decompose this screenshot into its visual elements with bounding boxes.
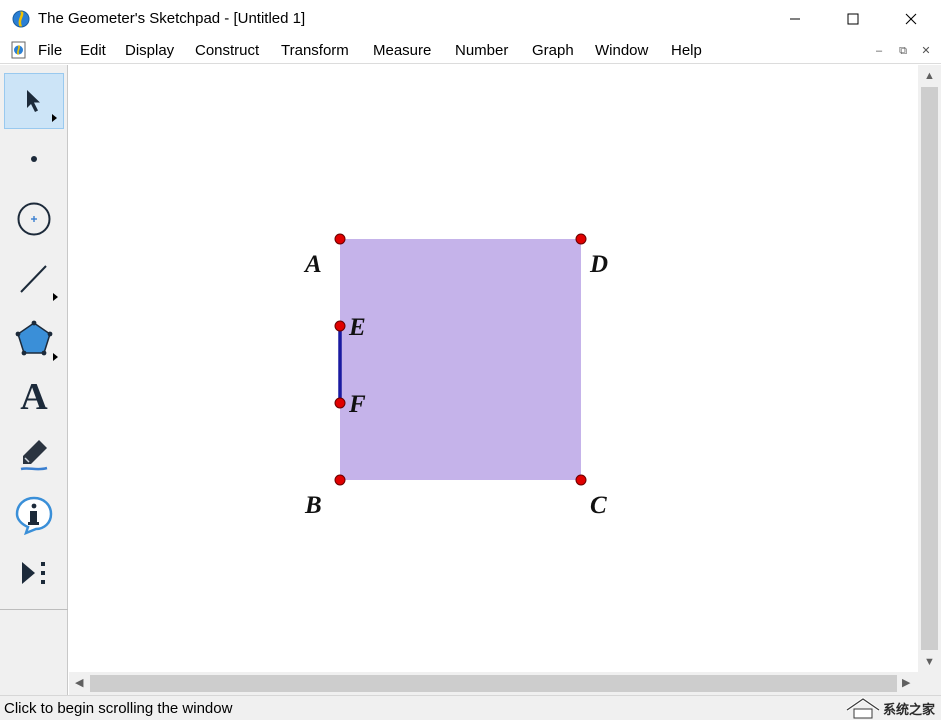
doc-minimize-button[interactable]: – xyxy=(871,43,887,59)
point-icon xyxy=(31,156,37,162)
square-interior[interactable] xyxy=(340,239,581,480)
label-d[interactable]: D xyxy=(589,251,608,278)
compass-tool[interactable] xyxy=(4,191,64,247)
title-bar: The Geometer's Sketchpad - [Untitled 1] xyxy=(0,0,941,38)
point-c[interactable] xyxy=(575,474,587,486)
vertical-scrollbar[interactable]: ▲ ▼ xyxy=(918,65,941,672)
scroll-right-icon[interactable]: ▶ xyxy=(902,678,910,689)
menu-number[interactable]: Number xyxy=(455,42,508,59)
status-bar: Click to begin scrolling the window 系统之家 xyxy=(0,695,941,720)
straightedge-tool[interactable] xyxy=(4,251,64,307)
polygon-tool[interactable] xyxy=(4,311,64,367)
maximize-icon xyxy=(847,13,859,25)
menu-construct[interactable]: Construct xyxy=(195,42,259,59)
document-icon[interactable] xyxy=(10,41,28,59)
close-icon xyxy=(905,13,917,25)
polygon-icon xyxy=(15,320,53,356)
menu-measure[interactable]: Measure xyxy=(373,42,431,59)
compass-circle-icon xyxy=(17,202,51,236)
label-e[interactable]: E xyxy=(348,314,366,341)
menu-bar: File Edit Display Construct Transform Me… xyxy=(0,38,941,64)
menu-help[interactable]: Help xyxy=(671,42,702,59)
menu-file[interactable]: File xyxy=(38,42,62,59)
point-d[interactable] xyxy=(575,233,587,245)
toolbox-separator xyxy=(0,609,68,610)
information-icon xyxy=(15,496,53,535)
scrollbar-corner xyxy=(918,672,941,695)
label-c[interactable]: C xyxy=(590,492,607,519)
scroll-down-icon[interactable]: ▼ xyxy=(924,657,935,668)
scroll-left-icon[interactable]: ◀ xyxy=(75,678,83,689)
text-tool[interactable]: A xyxy=(4,369,64,425)
text-tool-icon: A xyxy=(20,376,48,418)
window-title: The Geometer's Sketchpad - [Untitled 1] xyxy=(38,10,306,27)
doc-close-button[interactable]: ✕ xyxy=(918,43,934,59)
marker-tool[interactable] xyxy=(4,427,64,483)
doc-restore-button[interactable]: ⧉ xyxy=(895,43,911,59)
horizontal-scrollbar[interactable]: ◀ ▶ xyxy=(69,672,918,695)
label-b[interactable]: B xyxy=(304,492,322,519)
scroll-up-icon[interactable]: ▲ xyxy=(924,71,935,82)
minimize-button[interactable] xyxy=(766,0,824,38)
maximize-button[interactable] xyxy=(824,0,882,38)
point-tool[interactable] xyxy=(4,131,64,187)
status-text: Click to begin scrolling the window xyxy=(4,700,233,717)
close-button[interactable] xyxy=(882,0,940,38)
watermark: 系统之家 xyxy=(843,696,935,720)
sketchpad-app-icon xyxy=(12,10,30,28)
segment-icon xyxy=(20,265,47,293)
point-a[interactable] xyxy=(334,233,346,245)
tool-menu-arrow-icon xyxy=(52,114,57,122)
label-f[interactable]: F xyxy=(348,391,366,418)
horizontal-scroll-thumb[interactable] xyxy=(90,675,897,692)
minimize-icon xyxy=(790,18,800,20)
information-tool[interactable] xyxy=(4,487,64,543)
toolbox: A xyxy=(0,65,68,695)
point-f[interactable] xyxy=(334,397,346,409)
watermark-text: 系统之家 xyxy=(882,701,935,717)
marker-pen-icon xyxy=(20,440,48,471)
menu-window[interactable]: Window xyxy=(595,42,648,59)
menu-graph[interactable]: Graph xyxy=(532,42,574,59)
house-logo-icon xyxy=(846,697,880,719)
tool-menu-arrow-icon xyxy=(53,353,58,361)
vertical-scroll-thumb[interactable] xyxy=(921,87,938,650)
menu-display[interactable]: Display xyxy=(125,42,174,59)
tool-menu-arrow-icon xyxy=(53,293,58,301)
point-b[interactable] xyxy=(334,474,346,486)
custom-tool[interactable] xyxy=(4,545,64,601)
menu-transform[interactable]: Transform xyxy=(281,42,349,59)
menu-edit[interactable]: Edit xyxy=(80,42,106,59)
select-arrow-icon xyxy=(27,90,40,112)
sketch-svg: A D B C E F xyxy=(303,233,608,519)
arrow-tool[interactable] xyxy=(4,73,64,129)
point-e[interactable] xyxy=(334,320,346,332)
label-a[interactable]: A xyxy=(303,251,322,278)
custom-tools-icon xyxy=(22,562,45,584)
sketch-canvas[interactable]: A D B C E F xyxy=(69,65,918,672)
